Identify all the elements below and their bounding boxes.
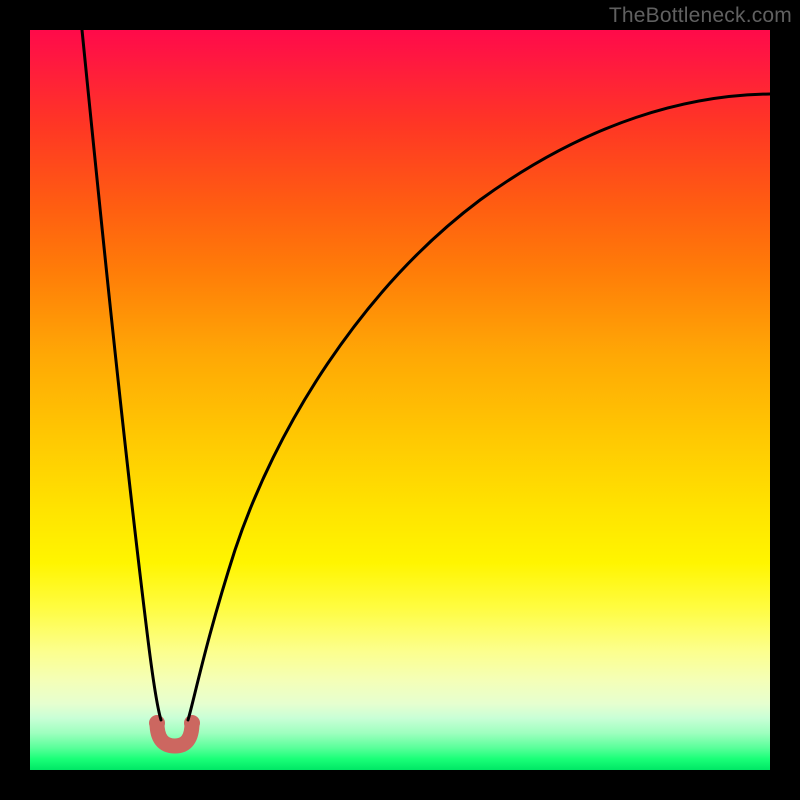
- curve-right-branch: [188, 94, 770, 720]
- curve-layer: [30, 30, 770, 770]
- dip-marker: [149, 715, 200, 746]
- outer-frame: TheBottleneck.com: [0, 0, 800, 800]
- watermark-text: TheBottleneck.com: [609, 4, 792, 28]
- curve-left-branch: [82, 30, 161, 720]
